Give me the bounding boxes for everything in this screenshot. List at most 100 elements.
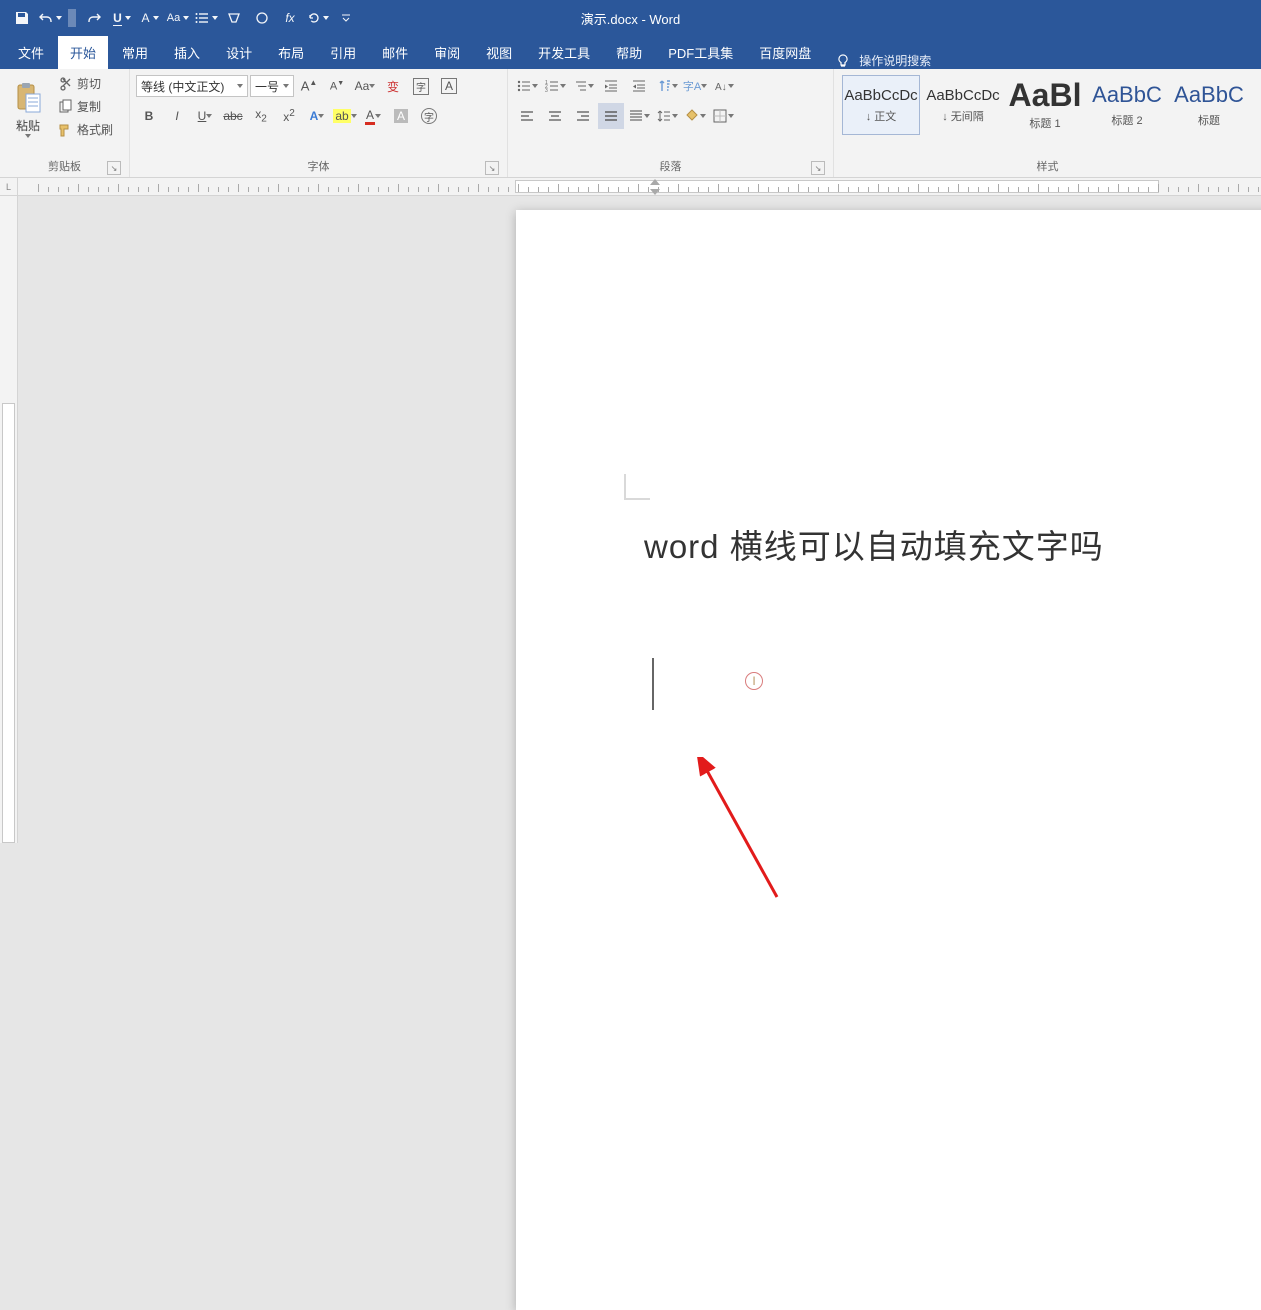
- line-spacing-button[interactable]: [654, 103, 680, 129]
- justify-button[interactable]: [598, 103, 624, 129]
- cut-button[interactable]: 剪切: [54, 73, 116, 94]
- title-bar: U A Aa fx 演示.docx -: [0, 0, 1261, 36]
- decrease-indent-button[interactable]: [598, 73, 624, 99]
- style-sample: AaBbC: [1092, 82, 1162, 108]
- clear-format-button[interactable]: A: [436, 73, 462, 99]
- quick-access-toolbar: U A Aa fx: [0, 4, 360, 32]
- document-heading-text[interactable]: word 横线可以自动填充文字吗: [644, 520, 1104, 568]
- qat-refresh-button[interactable]: [304, 4, 332, 32]
- sort-button[interactable]: [654, 73, 680, 99]
- tab-review[interactable]: 审阅: [422, 36, 472, 69]
- svg-text:A↓: A↓: [715, 82, 727, 93]
- shrink-font-button[interactable]: A▼: [324, 73, 350, 99]
- borders-button[interactable]: [710, 103, 736, 129]
- tab-developer[interactable]: 开发工具: [526, 36, 602, 69]
- tab-help[interactable]: 帮助: [604, 36, 654, 69]
- tab-insert[interactable]: 插入: [162, 36, 212, 69]
- qat-format-button[interactable]: [220, 4, 248, 32]
- style-sample: AaBl: [1009, 79, 1082, 111]
- tab-pdf-tools[interactable]: PDF工具集: [656, 36, 745, 69]
- vertical-ruler[interactable]: [0, 196, 18, 843]
- style-item-4[interactable]: AaBbC标题: [1170, 75, 1248, 135]
- align-right-button[interactable]: [570, 103, 596, 129]
- change-case-button[interactable]: Aa: [352, 73, 378, 99]
- tab-common[interactable]: 常用: [110, 36, 160, 69]
- styles-gallery[interactable]: AaBbCcDc↓ 正文AaBbCcDc↓ 无间隔AaBl 标题 1 AaBbC标题…: [840, 73, 1255, 155]
- grow-font-button[interactable]: A▲: [296, 73, 322, 99]
- superscript-button[interactable]: x2: [276, 103, 302, 129]
- numbering-button[interactable]: 123: [542, 73, 568, 99]
- highlight-button[interactable]: ab: [332, 103, 358, 129]
- tab-mailings[interactable]: 邮件: [370, 36, 420, 69]
- italic-button[interactable]: I: [164, 103, 190, 129]
- horizontal-ruler[interactable]: [18, 178, 1261, 196]
- tab-references[interactable]: 引用: [318, 36, 368, 69]
- qat-shape-circle-button[interactable]: [248, 4, 276, 32]
- paragraph-launcher[interactable]: ↘: [811, 161, 825, 175]
- undo-button[interactable]: [36, 4, 64, 32]
- tab-home[interactable]: 开始: [58, 36, 108, 69]
- qat-underline-button[interactable]: U: [108, 4, 136, 32]
- strikethrough-button[interactable]: abc: [220, 103, 246, 129]
- paste-button[interactable]: 粘贴: [6, 73, 50, 147]
- char-border-button[interactable]: 字: [408, 73, 434, 99]
- text-effects-button[interactable]: A: [304, 103, 330, 129]
- group-paragraph: 123 字A A↓ 段落 ↘: [508, 69, 834, 177]
- align-left-button[interactable]: [514, 103, 540, 129]
- tab-baidu-netdisk[interactable]: 百度网盘: [747, 36, 823, 69]
- format-painter-label: 格式刷: [77, 121, 113, 138]
- phonetic-guide-button[interactable]: 变: [380, 73, 406, 99]
- save-button[interactable]: [8, 4, 36, 32]
- style-item-3[interactable]: AaBbC标题 2: [1088, 75, 1166, 135]
- enclose-char-button[interactable]: 字: [416, 103, 442, 129]
- group-font: 等线 (中文正文) 一号 A▲ A▼ Aa 变 字 A B I U abc x: [130, 69, 508, 177]
- ibeam-cursor-icon: I: [745, 672, 763, 690]
- shading-button[interactable]: [682, 103, 708, 129]
- format-painter-button[interactable]: 格式刷: [54, 119, 116, 140]
- qat-customize-button[interactable]: [332, 4, 360, 32]
- document-page[interactable]: [516, 210, 1261, 1310]
- tell-me-label: 操作说明搜索: [859, 52, 931, 69]
- subscript-button[interactable]: x2: [248, 103, 274, 129]
- multilevel-list-button[interactable]: [570, 73, 596, 99]
- tell-me-search[interactable]: 操作说明搜索: [825, 52, 931, 69]
- bold-button[interactable]: B: [136, 103, 162, 129]
- tab-design[interactable]: 设计: [214, 36, 264, 69]
- qat-list-button[interactable]: [192, 4, 220, 32]
- text-cursor: [652, 658, 654, 710]
- font-launcher[interactable]: ↘: [485, 161, 499, 175]
- align-center-button[interactable]: [542, 103, 568, 129]
- tab-view[interactable]: 视图: [474, 36, 524, 69]
- bullets-button[interactable]: [514, 73, 540, 99]
- font-name-value: 等线 (中文正文): [141, 78, 224, 95]
- tab-file[interactable]: 文件: [6, 36, 56, 69]
- font-size-combo[interactable]: 一号: [250, 75, 294, 97]
- copy-button[interactable]: 复制: [54, 96, 116, 117]
- font-color-button[interactable]: A: [360, 103, 386, 129]
- qat-formula-button[interactable]: fx: [276, 4, 304, 32]
- tab-layout[interactable]: 布局: [266, 36, 316, 69]
- distribute-button[interactable]: [626, 103, 652, 129]
- first-line-indent-marker[interactable]: [650, 179, 660, 185]
- font-name-combo[interactable]: 等线 (中文正文): [136, 75, 248, 97]
- qat-font-color-button[interactable]: A: [136, 4, 164, 32]
- qat-change-case-button[interactable]: Aa: [164, 4, 192, 32]
- clipboard-launcher[interactable]: ↘: [107, 161, 121, 175]
- style-item-1[interactable]: AaBbCcDc↓ 无间隔: [924, 75, 1002, 135]
- style-item-0[interactable]: AaBbCcDc↓ 正文: [842, 75, 920, 135]
- ruler-corner: L: [0, 178, 18, 196]
- style-name-label: 标题 1: [1029, 115, 1060, 131]
- ribbon-tabs: 文件 开始 常用 插入 设计 布局 引用 邮件 审阅 视图 开发工具 帮助 PD…: [0, 36, 1261, 69]
- underline-button[interactable]: U: [192, 103, 218, 129]
- combine-chars-button[interactable]: 字A: [682, 73, 708, 99]
- increase-indent-button[interactable]: [626, 73, 652, 99]
- style-item-2[interactable]: AaBl 标题 1: [1006, 75, 1084, 135]
- ribbon: 粘贴 剪切 复制 格式刷 剪贴板 ↘: [0, 69, 1261, 178]
- copy-icon: [57, 99, 73, 115]
- margin-corner-mark: [624, 474, 650, 500]
- show-marks-button[interactable]: A↓: [710, 73, 736, 99]
- paste-label: 粘贴: [16, 117, 40, 134]
- redo-button[interactable]: [80, 4, 108, 32]
- char-shading-button[interactable]: A: [388, 103, 414, 129]
- group-styles: AaBbCcDc↓ 正文AaBbCcDc↓ 无间隔AaBl 标题 1 AaBbC标题…: [834, 69, 1261, 177]
